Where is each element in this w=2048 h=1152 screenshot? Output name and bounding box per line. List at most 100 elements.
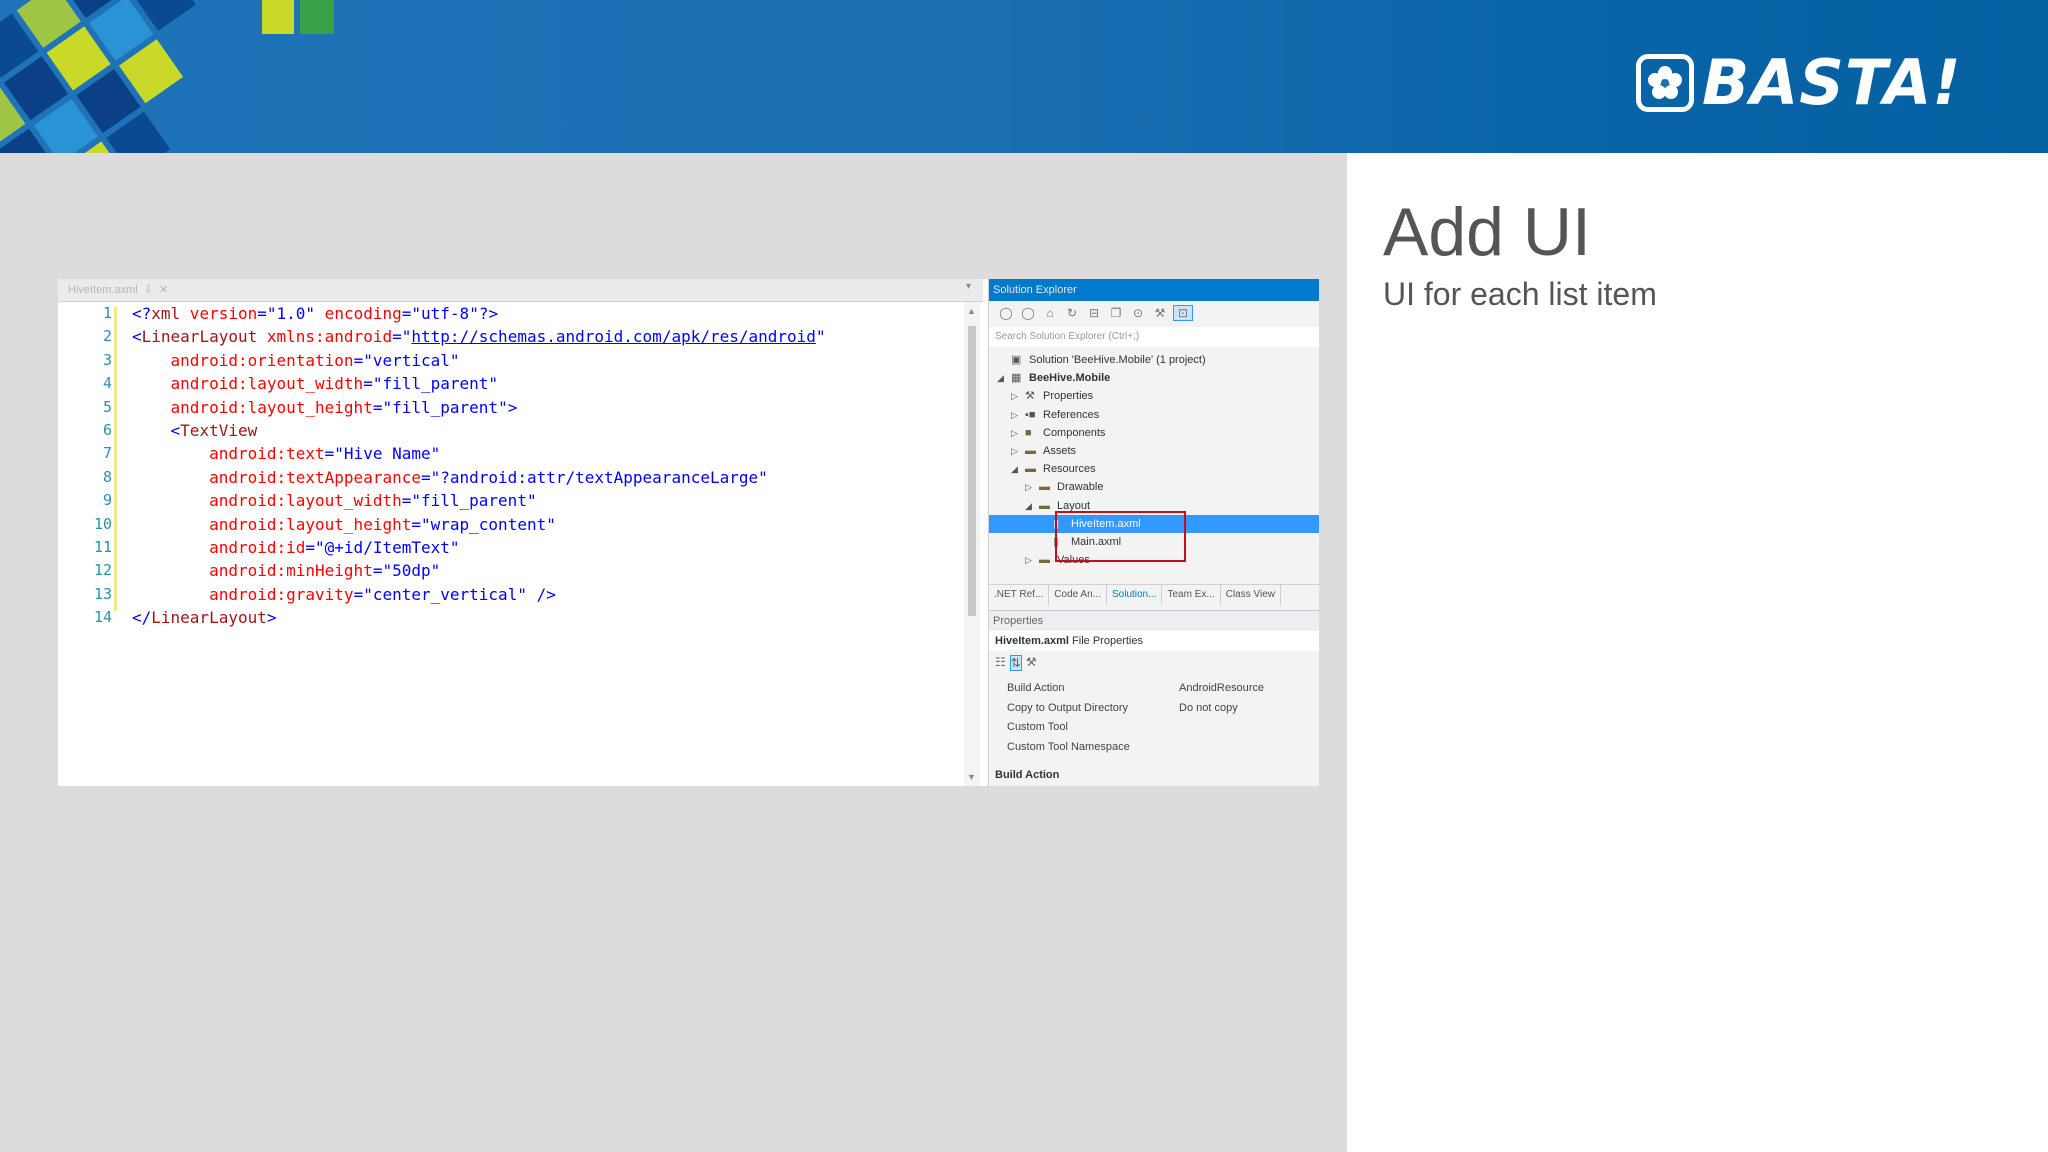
folder-icon: ▬ [1025, 463, 1036, 476]
scrollbar-thumb[interactable] [968, 326, 976, 616]
line-content: android:text="Hive Name" [132, 442, 440, 465]
property-row[interactable]: Custom Tool Namespace [989, 738, 1319, 758]
code-token: fill_parent [392, 397, 499, 417]
property-pages-icon[interactable]: ⚒ [1026, 655, 1037, 671]
code-token: " /> [517, 584, 556, 604]
ide-screenshot: HiveItem.axml ⇩ ✕ ▾ 1 <?xml version="1.0"… [58, 279, 1319, 786]
alphabetical-icon[interactable]: ⇅ [1009, 655, 1022, 671]
project-icon: ▦ [1011, 372, 1022, 385]
code-token: android:gravity [132, 584, 354, 604]
code-line[interactable]: 14 </LinearLayout> [58, 606, 958, 629]
sync-icon[interactable]: ↻ [1063, 306, 1081, 320]
code-token: android:layout_height [132, 514, 412, 534]
explorer-tool-tab[interactable]: Class View [1221, 585, 1281, 605]
close-icon[interactable]: ✕ [159, 281, 168, 299]
tree-item[interactable]: ▷ ⚒ Properties [989, 387, 1319, 405]
expand-arrow-icon[interactable]: ▷ [1025, 551, 1032, 569]
refresh-icon[interactable]: ⊙ [1129, 306, 1147, 320]
code-token: " [449, 350, 460, 370]
home-icon[interactable]: ⌂ [1041, 306, 1059, 320]
expand-arrow-icon[interactable]: ▷ [1011, 387, 1018, 405]
slide-subtitle: UI for each list item [1383, 276, 1657, 312]
tree-item[interactable]: ▷ ▬ Drawable [989, 478, 1319, 496]
expand-arrow-icon[interactable]: ▷ [1011, 442, 1018, 460]
back-icon[interactable]: ◯ [997, 306, 1015, 320]
explorer-tool-tab[interactable]: Team Ex... [1162, 585, 1221, 605]
preview-icon[interactable]: ⊡ [1173, 305, 1193, 321]
code-token: utf-8 [421, 304, 470, 323]
code-token: =" [372, 561, 393, 581]
properties-toolbar: ☷ ⇅ ⚒ [995, 655, 1037, 671]
code-token: android:layout_width [132, 374, 364, 394]
property-value[interactable]: AndroidResource [1179, 679, 1264, 699]
line-content: </LinearLayout> [132, 606, 277, 629]
tree-item[interactable]: ◢ ▬ Resources [989, 460, 1319, 478]
solution-search-input[interactable]: Search Solution Explorer (Ctrl+;) [989, 327, 1319, 347]
tree-item-label: Solution 'BeeHive.Mobile' (1 project) [1029, 354, 1206, 366]
explorer-tool-tab[interactable]: Code An... [1049, 585, 1107, 605]
code-line[interactable]: 7 android:text="Hive Name" [58, 442, 958, 465]
tree-item-label: Drawable [1057, 481, 1104, 494]
code-line[interactable]: 1 <?xml version="1.0" encoding="utf-8"?> [58, 302, 958, 325]
code-line[interactable]: 13 android:gravity="center_vertical" /> [58, 583, 958, 606]
flower-logo-icon [1636, 54, 1694, 112]
tree-item[interactable]: ▣ Solution 'BeeHive.Mobile' (1 project) [989, 351, 1319, 369]
property-name: Copy to Output Directory [1007, 701, 1129, 714]
tree-item[interactable]: ▷ ■ Components [989, 424, 1319, 442]
expand-arrow-icon[interactable]: ◢ [1025, 497, 1032, 515]
expand-arrow-icon[interactable]: ◢ [997, 369, 1004, 387]
folder-icon: ■ [1025, 426, 1032, 439]
property-row[interactable]: Custom Tool [989, 718, 1319, 738]
code-line[interactable]: 3 android:orientation="vertical" [58, 349, 958, 372]
tree-item[interactable]: ▷ ▪■ References [989, 406, 1319, 424]
collapse-all-icon[interactable]: ⊟ [1085, 306, 1103, 320]
code-link[interactable]: http://schemas.android.com/apk/res/andro… [411, 327, 816, 346]
code-line[interactable]: 5 android:layout_height="fill_parent"> [58, 396, 958, 419]
expand-arrow-icon[interactable]: ▷ [1011, 406, 1018, 424]
categorized-icon[interactable]: ☷ [995, 655, 1006, 671]
code-line[interactable]: 8 android:textAppearance="?android:attr/… [58, 466, 958, 489]
code-editor[interactable]: HiveItem.axml ⇩ ✕ ▾ 1 <?xml version="1.0"… [58, 279, 983, 786]
property-description-title: Build Action [995, 769, 1060, 781]
property-row[interactable]: Copy to Output Directory Do not copy [989, 699, 1319, 719]
solution-explorer-panel: Solution Explorer ◯ ◯ ⌂ ↻ ⊟ ❐ ⊙ ⚒ ⊡ Sear… [988, 279, 1319, 786]
line-number: 9 [102, 491, 112, 510]
show-all-files-icon[interactable]: ❐ [1107, 306, 1125, 320]
code-line[interactable]: 2 <LinearLayout xmlns:android="http://sch… [58, 325, 958, 348]
properties-wrench-icon[interactable]: ⚒ [1151, 306, 1169, 320]
tree-item-label: Assets [1043, 444, 1077, 457]
property-row[interactable]: Build Action AndroidResource [989, 679, 1319, 699]
expand-arrow-icon[interactable]: ▷ [1011, 424, 1018, 442]
expand-arrow-icon[interactable]: ◢ [1011, 460, 1018, 478]
header-banner: BASTA! [0, 0, 2048, 153]
code-line[interactable]: 4 android:layout_width="fill_parent" [58, 372, 958, 395]
code-line[interactable]: 10 android:layout_height="wrap_content" [58, 513, 958, 536]
code-token: xmlns:android [257, 327, 393, 347]
code-token: "?> [469, 304, 499, 323]
editor-scrollbar[interactable]: ▲ ▼ [964, 302, 980, 786]
code-token: " [815, 327, 826, 347]
explorer-tool-tab[interactable]: Solution... [1107, 585, 1163, 605]
code-line[interactable]: 9 android:layout_width="fill_parent" [58, 489, 958, 512]
code-token: =" [305, 537, 325, 557]
explorer-tool-tab[interactable]: .NET Ref... [989, 585, 1050, 605]
code-line[interactable]: 11 android:id="@+id/ItemText" [58, 536, 958, 559]
forward-icon[interactable]: ◯ [1019, 306, 1037, 320]
code-line[interactable]: 12 android:minHeight="50dp" [58, 559, 958, 582]
scroll-down-icon[interactable]: ▼ [967, 772, 976, 782]
code-line[interactable]: 6 <TextView [58, 419, 958, 442]
line-number: 4 [102, 374, 112, 393]
references-icon: ▪■ [1025, 408, 1036, 421]
document-tab[interactable]: HiveItem.axml ⇩ ✕ [60, 281, 176, 299]
scroll-up-icon[interactable]: ▲ [967, 306, 976, 316]
code-lines[interactable]: 1 <?xml version="1.0" encoding="utf-8"?> 2… [58, 302, 958, 629]
line-content: <TextView [132, 419, 258, 442]
tree-item[interactable]: ◢ ▦ BeeHive.Mobile [989, 369, 1319, 387]
property-value[interactable]: Do not copy [1179, 699, 1238, 719]
expand-arrow-icon[interactable]: ▷ [1025, 478, 1032, 496]
tree-item-label: Resources [1043, 463, 1096, 476]
chevron-down-icon[interactable]: ▾ [966, 281, 971, 292]
code-token: android:id [132, 537, 306, 557]
tree-item[interactable]: ▷ ▬ Assets [989, 442, 1319, 460]
pin-icon[interactable]: ⇩ [144, 281, 153, 299]
